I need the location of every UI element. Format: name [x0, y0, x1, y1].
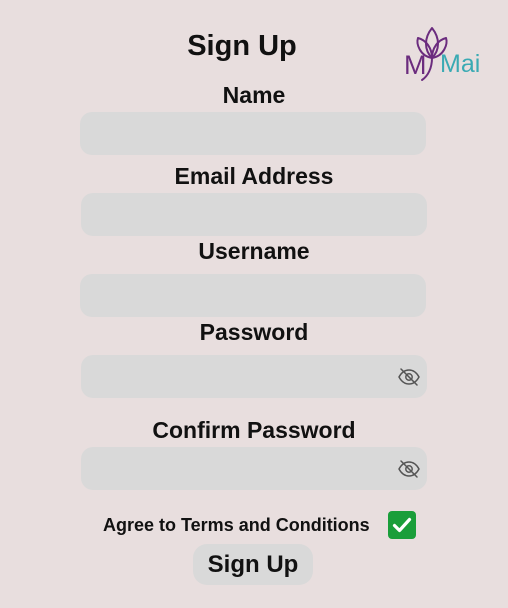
- terms-checkbox[interactable]: [388, 511, 416, 539]
- sign-up-button[interactable]: Sign Up: [193, 544, 313, 585]
- password-field-container: [81, 355, 427, 398]
- eye-slash-icon[interactable]: [397, 457, 421, 481]
- email-field-container: [81, 193, 427, 236]
- name-field-container: [80, 112, 426, 155]
- confirm-password-input[interactable]: [81, 447, 427, 490]
- confirm-password-field-container: [81, 447, 427, 490]
- confirm-password-label: Confirm Password: [152, 417, 356, 443]
- username-field-container: [80, 274, 426, 317]
- email-label: Email Address: [174, 163, 334, 189]
- terms-label: Agree to Terms and Conditions: [103, 515, 370, 535]
- email-input[interactable]: [81, 193, 427, 236]
- eye-slash-icon[interactable]: [397, 365, 421, 389]
- password-label: Password: [199, 319, 309, 345]
- username-label: Username: [198, 238, 310, 264]
- logo-text-my: M: [404, 50, 427, 80]
- password-input[interactable]: [81, 355, 427, 398]
- name-label: Name: [222, 82, 286, 108]
- name-input[interactable]: [80, 112, 426, 155]
- logo-text-mai: Mai: [440, 50, 480, 78]
- mymai-logo: M Mai: [404, 27, 480, 81]
- checkmark-icon: [392, 517, 412, 533]
- username-input[interactable]: [80, 274, 426, 317]
